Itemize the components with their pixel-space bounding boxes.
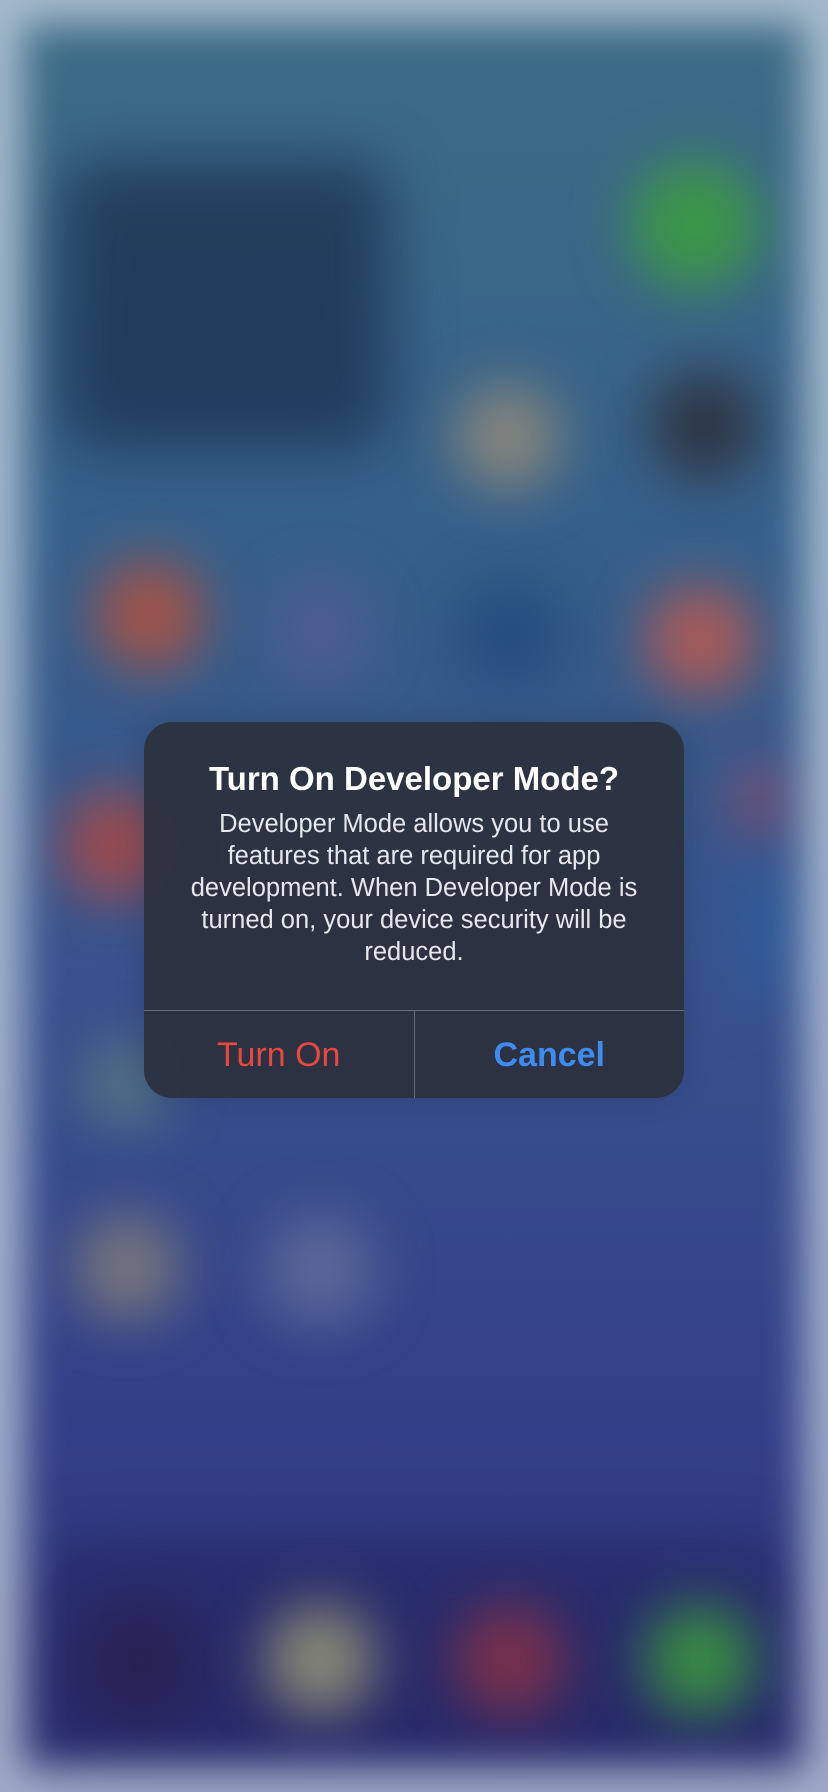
blurred-app-icon bbox=[455, 385, 560, 490]
cancel-button[interactable]: Cancel bbox=[415, 1011, 685, 1098]
alert-actions: Turn On Cancel bbox=[144, 1010, 684, 1098]
screen: Turn On Developer Mode? Developer Mode a… bbox=[0, 0, 828, 1792]
blurred-app-icon bbox=[645, 585, 755, 695]
blurred-app-icon bbox=[455, 580, 565, 690]
alert-body: Turn On Developer Mode? Developer Mode a… bbox=[144, 722, 684, 1010]
alert-message: Developer Mode allows you to use feature… bbox=[190, 810, 638, 966]
turn-on-button[interactable]: Turn On bbox=[144, 1011, 415, 1098]
developer-mode-alert: Turn On Developer Mode? Developer Mode a… bbox=[144, 722, 684, 1098]
blurred-dock-icon bbox=[85, 1605, 195, 1715]
blurred-app-icon bbox=[265, 1215, 375, 1325]
blurred-app-icon bbox=[270, 580, 370, 680]
blurred-app-icon bbox=[75, 1215, 180, 1320]
blurred-app-icon bbox=[630, 160, 760, 290]
blurred-app-icon bbox=[730, 760, 790, 840]
blurred-dock-icon bbox=[645, 1605, 755, 1715]
alert-title: Turn On Developer Mode? bbox=[208, 760, 620, 797]
blurred-app-icon bbox=[740, 850, 790, 1010]
blurred-dock-icon bbox=[265, 1605, 375, 1715]
blurred-dock-icon bbox=[455, 1605, 565, 1715]
blurred-widget bbox=[60, 160, 390, 450]
blurred-app-icon bbox=[650, 370, 760, 480]
blurred-app-icon bbox=[95, 560, 205, 670]
